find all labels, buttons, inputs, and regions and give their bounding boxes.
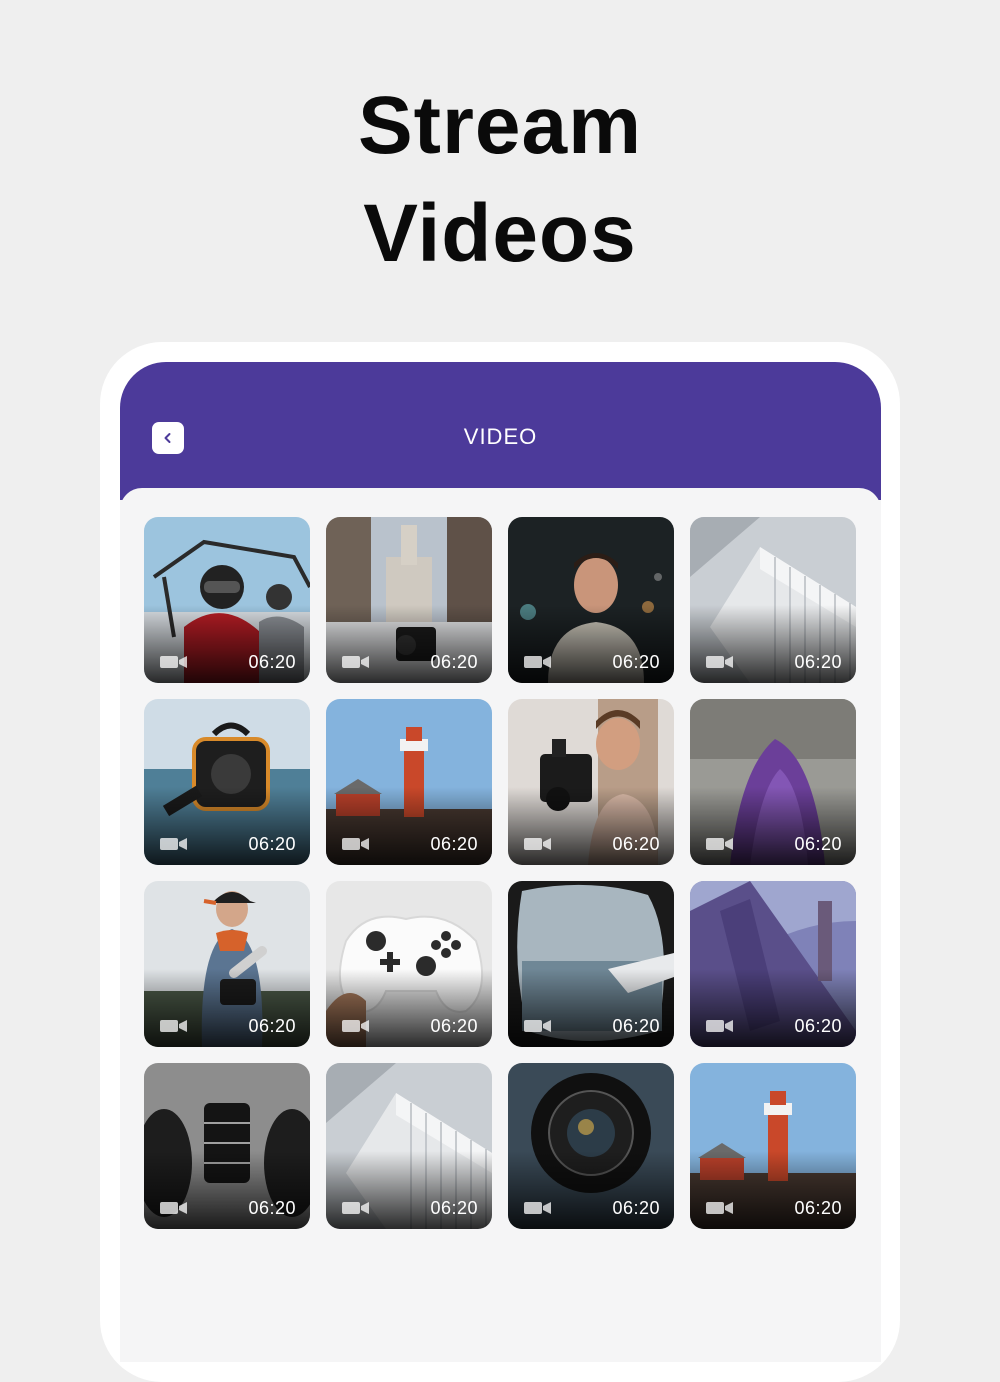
video-thumbnail[interactable]: 06:20 <box>508 881 674 1047</box>
video-duration: 06:20 <box>248 834 296 854</box>
video-duration: 06:20 <box>612 834 660 854</box>
video-thumbnail[interactable]: 06:20 <box>326 1063 492 1229</box>
video-thumbnail[interactable]: 06:20 <box>508 517 674 683</box>
video-camera-icon <box>160 1202 187 1214</box>
video-duration: 06:20 <box>794 1016 842 1036</box>
video-duration: 06:20 <box>248 1198 296 1218</box>
video-duration: 06:20 <box>612 652 660 672</box>
video-camera-icon <box>160 656 187 668</box>
video-camera-icon <box>524 1020 551 1032</box>
video-camera-icon <box>342 838 369 850</box>
video-camera-icon <box>706 1202 733 1214</box>
video-thumbnail[interactable]: 06:20 <box>144 881 310 1047</box>
video-thumbnail[interactable]: 06:20 <box>144 1063 310 1229</box>
video-camera-icon <box>706 656 733 668</box>
video-camera-icon <box>524 1202 551 1214</box>
video-duration: 06:20 <box>794 834 842 854</box>
video-thumbnail[interactable]: 06:20 <box>326 517 492 683</box>
video-thumbnail[interactable]: 06:20 <box>326 881 492 1047</box>
video-duration: 06:20 <box>430 652 478 672</box>
app-screen: VIDEO 06:20 06:20 06:20 06:20 06:20 06:2… <box>120 362 881 1362</box>
video-thumbnail[interactable]: 06:20 <box>508 699 674 865</box>
video-camera-icon <box>524 838 551 850</box>
video-camera-icon <box>342 656 369 668</box>
video-camera-icon <box>160 838 187 850</box>
video-camera-icon <box>706 838 733 850</box>
video-camera-icon <box>342 1020 369 1032</box>
video-thumbnail[interactable]: 06:20 <box>690 517 856 683</box>
video-camera-icon <box>160 1020 187 1032</box>
video-duration: 06:20 <box>430 1016 478 1036</box>
video-duration: 06:20 <box>612 1198 660 1218</box>
video-thumbnail[interactable]: 06:20 <box>144 517 310 683</box>
video-thumbnail[interactable]: 06:20 <box>508 1063 674 1229</box>
video-grid: 06:20 06:20 06:20 06:20 06:20 06:20 06:2… <box>144 517 856 1229</box>
video-camera-icon <box>342 1202 369 1214</box>
video-duration: 06:20 <box>794 1198 842 1218</box>
video-content: 06:20 06:20 06:20 06:20 06:20 06:20 06:2… <box>120 488 881 1362</box>
video-duration: 06:20 <box>612 1016 660 1036</box>
video-thumbnail[interactable]: 06:20 <box>144 699 310 865</box>
headline-line-2: Videos <box>363 188 637 279</box>
headline: Stream Videos <box>0 72 1000 288</box>
video-thumbnail[interactable]: 06:20 <box>690 699 856 865</box>
headline-line-1: Stream <box>357 80 643 171</box>
video-camera-icon <box>524 656 551 668</box>
video-camera-icon <box>706 1020 733 1032</box>
video-duration: 06:20 <box>248 652 296 672</box>
video-duration: 06:20 <box>430 834 478 854</box>
app-bar-title: VIDEO <box>463 424 538 449</box>
video-duration: 06:20 <box>248 1016 296 1036</box>
video-duration: 06:20 <box>794 652 842 672</box>
video-thumbnail[interactable]: 06:20 <box>690 1063 856 1229</box>
video-duration: 06:20 <box>430 1198 478 1218</box>
video-thumbnail[interactable]: 06:20 <box>326 699 492 865</box>
video-thumbnail[interactable]: 06:20 <box>690 881 856 1047</box>
app-bar: VIDEO <box>120 362 881 500</box>
